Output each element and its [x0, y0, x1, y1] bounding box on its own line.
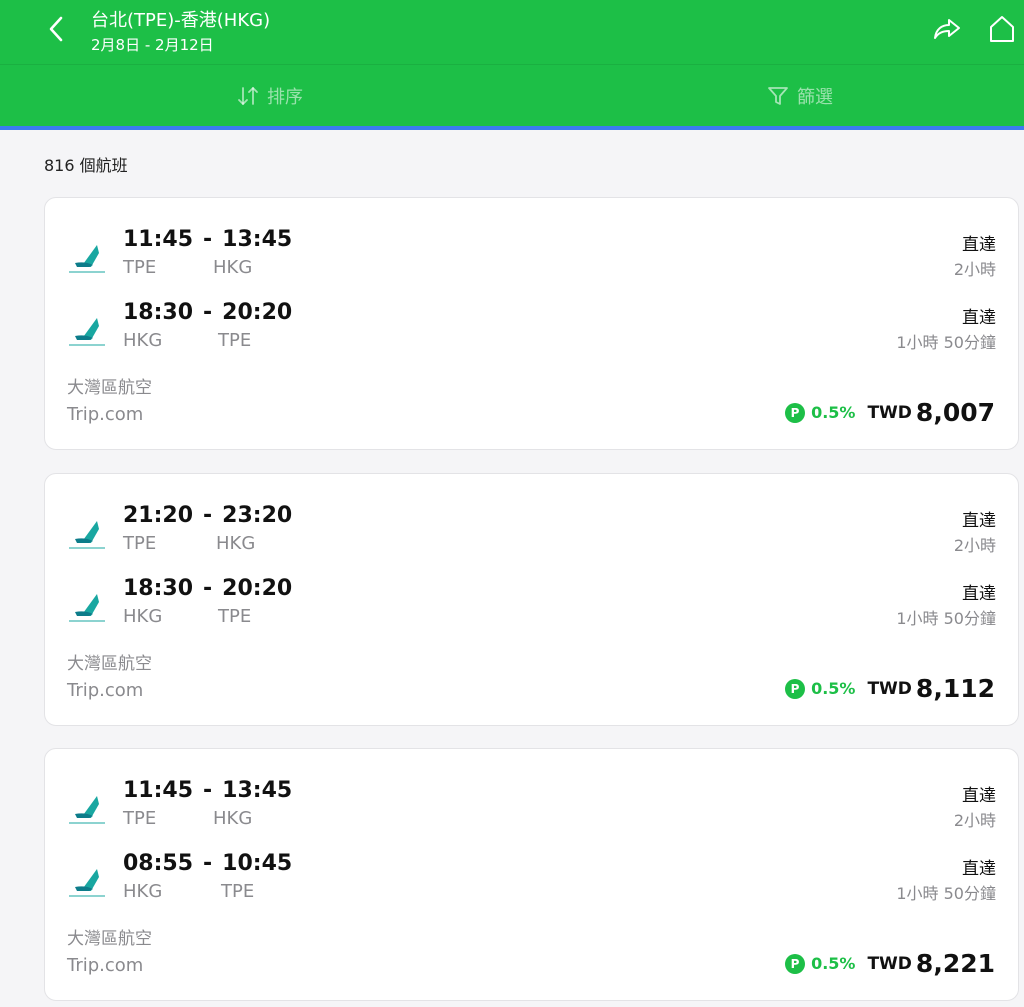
arrival-time: 20:20 [222, 576, 293, 601]
departure-airport: HKG [123, 606, 163, 627]
flight-card[interactable]: 21:20-23:20 TPE HKG 直達 2小時 18:30-20:20 H… [44, 473, 1019, 726]
flight-duration: 1小時 50分鐘 [896, 609, 996, 628]
price-value: 8,221 [915, 949, 995, 978]
flight-leg-return: 18:30-20:20 HKG TPE 直達 1小時 50分鐘 [45, 576, 1020, 646]
departure-time: 18:30 [123, 300, 194, 325]
sort-label: 排序 [267, 87, 303, 108]
flight-duration: 2小時 [953, 536, 996, 555]
arrival-time: 13:45 [222, 227, 293, 252]
filter-button[interactable]: 篩選 [730, 76, 870, 116]
time-separator: - [203, 300, 213, 325]
time-separator: - [203, 503, 213, 528]
price-row: P 0.5% TWD 8,007 [785, 398, 995, 427]
flight-card[interactable]: 11:45-13:45 TPE HKG 直達 2小時 08:55-10:45 H… [44, 748, 1019, 1001]
airline-logo-icon [69, 318, 105, 346]
header-divider [0, 64, 1024, 65]
time-separator: - [203, 576, 213, 601]
flight-duration: 1小時 50分鐘 [896, 333, 996, 352]
time-separator: - [203, 851, 213, 876]
filter-label: 篩選 [797, 87, 833, 108]
flight-leg-outbound: 11:45-13:45 TPE HKG 直達 2小時 [45, 778, 1020, 848]
arrival-airport: HKG [213, 808, 253, 829]
price-row: P 0.5% TWD 8,221 [785, 949, 995, 978]
airline-name: 大灣區航空 [67, 654, 152, 674]
home-button[interactable] [986, 12, 1018, 46]
departure-time: 08:55 [123, 851, 194, 876]
arrival-time: 23:20 [222, 503, 293, 528]
flight-duration: 2小時 [953, 811, 996, 830]
arrival-time: 20:20 [222, 300, 293, 325]
points-icon: P [785, 953, 806, 974]
stop-type: 直達 [962, 511, 996, 531]
flight-duration: 2小時 [953, 260, 996, 279]
departure-airport: TPE [123, 533, 157, 554]
points-rate: 0.5% [811, 403, 856, 422]
airline-logo-icon [69, 521, 105, 549]
chevron-left-icon [49, 16, 63, 42]
route-title: 台北(TPE)-香港(HKG) [91, 10, 271, 31]
flight-card[interactable]: 11:45-13:45 TPE HKG 直達 2小時 18:30-20:20 H… [44, 197, 1019, 450]
arrival-airport: TPE [218, 330, 252, 351]
departure-airport: TPE [123, 808, 157, 829]
departure-time: 11:45 [123, 778, 194, 803]
airline-logo-icon [69, 869, 105, 897]
arrival-airport: TPE [221, 881, 255, 902]
airline-logo-icon [69, 245, 105, 273]
stop-type: 直達 [962, 235, 996, 255]
price-row: P 0.5% TWD 8,112 [785, 674, 995, 703]
share-button[interactable] [930, 14, 964, 44]
header-accent-line [0, 126, 1024, 130]
top-bar: 台北(TPE)-香港(HKG) 2月8日 - 2月12日 排序 篩選 [0, 0, 1024, 130]
airline-name: 大灣區航空 [67, 378, 152, 398]
back-button[interactable] [40, 12, 72, 46]
flight-leg-outbound: 11:45-13:45 TPE HKG 直達 2小時 [45, 227, 1020, 297]
points-icon: P [785, 402, 806, 423]
home-icon [990, 16, 1014, 42]
departure-airport: HKG [123, 330, 163, 351]
route-dates: 2月8日 - 2月12日 [91, 36, 214, 54]
points-rate: 0.5% [811, 954, 856, 973]
result-count: 816 個航班 [44, 156, 128, 175]
stop-type: 直達 [962, 786, 996, 806]
price-value: 8,112 [915, 674, 995, 703]
points-rate: 0.5% [811, 679, 856, 698]
arrival-airport: TPE [218, 606, 252, 627]
airline-logo-icon [69, 796, 105, 824]
sort-button[interactable]: 排序 [200, 76, 340, 116]
flight-duration: 1小時 50分鐘 [896, 884, 996, 903]
price-value: 8,007 [915, 398, 995, 427]
arrival-airport: HKG [213, 257, 253, 278]
arrival-time: 10:45 [222, 851, 293, 876]
sort-arrows-icon [238, 87, 258, 105]
departure-time: 11:45 [123, 227, 194, 252]
flight-leg-return: 18:30-20:20 HKG TPE 直達 1小時 50分鐘 [45, 300, 1020, 370]
share-icon [934, 19, 960, 39]
seller-name: Trip.com [67, 680, 144, 701]
arrival-airport: HKG [216, 533, 256, 554]
airline-name: 大灣區航空 [67, 929, 152, 949]
price-currency: TWD [867, 678, 912, 699]
stop-type: 直達 [962, 308, 996, 328]
points-icon: P [785, 678, 806, 699]
price-currency: TWD [867, 402, 912, 423]
seller-name: Trip.com [67, 404, 144, 425]
time-separator: - [203, 227, 213, 252]
seller-name: Trip.com [67, 955, 144, 976]
flight-leg-outbound: 21:20-23:20 TPE HKG 直達 2小時 [45, 503, 1020, 573]
stop-type: 直達 [962, 584, 996, 604]
departure-airport: TPE [123, 257, 157, 278]
departure-time: 21:20 [123, 503, 194, 528]
time-separator: - [203, 778, 213, 803]
departure-time: 18:30 [123, 576, 194, 601]
airline-logo-icon [69, 594, 105, 622]
departure-airport: HKG [123, 881, 163, 902]
stop-type: 直達 [962, 859, 996, 879]
price-currency: TWD [867, 953, 912, 974]
filter-icon [768, 87, 788, 105]
arrival-time: 13:45 [222, 778, 293, 803]
flight-leg-return: 08:55-10:45 HKG TPE 直達 1小時 50分鐘 [45, 851, 1020, 921]
